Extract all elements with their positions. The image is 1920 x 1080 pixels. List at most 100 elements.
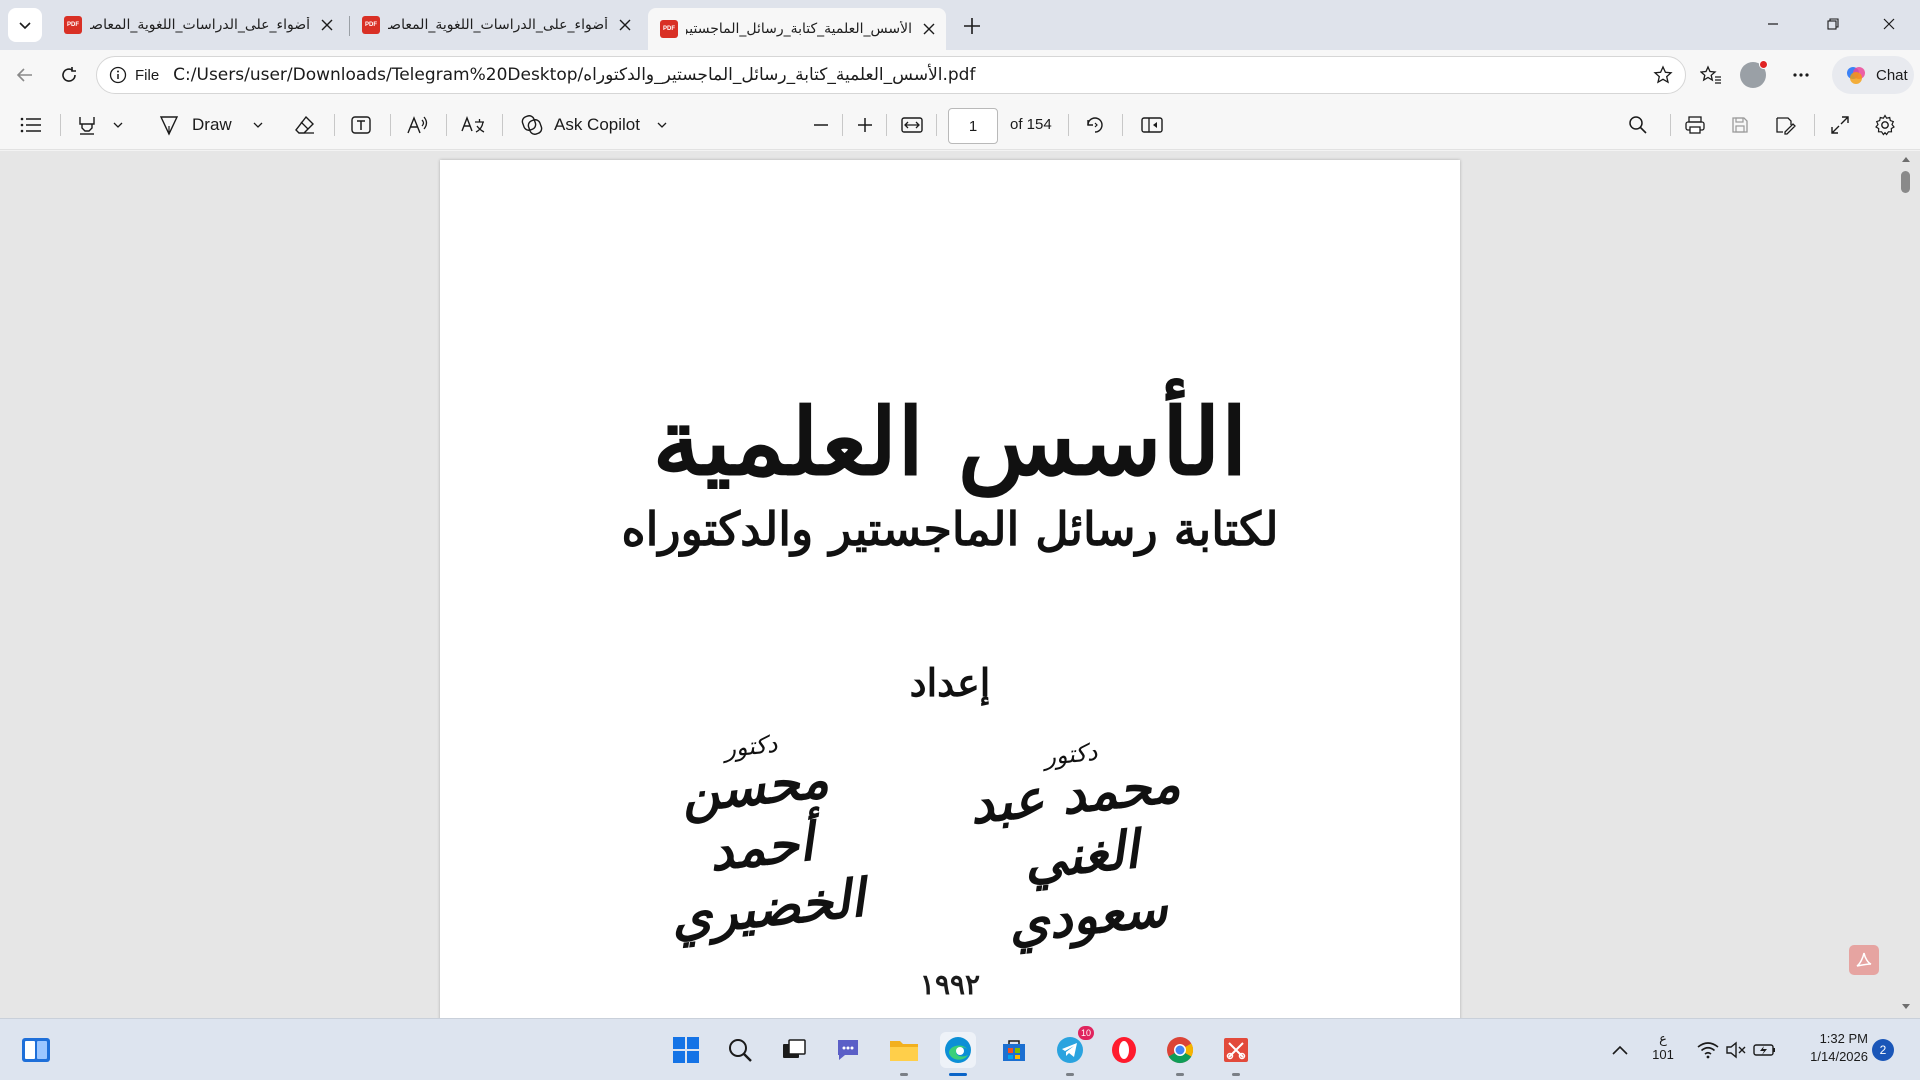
widgets-icon [22,1038,50,1062]
toolbar-divider [390,114,391,136]
pdf-settings-button[interactable] [1874,109,1896,141]
url-text[interactable]: C:/Users/user/Downloads/Telegram%20Deskt… [173,65,975,85]
tab-2[interactable]: PDF أضواء_على_الدراسات_اللغوية_المعاصرة [350,8,642,42]
more-options-button[interactable] [1784,58,1818,92]
page-view-button[interactable] [1140,109,1164,141]
close-window-button[interactable] [1858,0,1920,48]
clock[interactable]: 1:32 PM 1/14/2026 [1796,1031,1868,1064]
quick-settings-button[interactable] [1692,1032,1782,1068]
running-indicator [949,1073,967,1076]
microsoft-store-button[interactable] [996,1032,1032,1068]
copilot-chat-button[interactable]: Chat [1832,56,1914,94]
printer-icon [1685,116,1705,134]
read-aloud-button[interactable] [406,109,430,141]
translate-button[interactable] [460,109,486,141]
pdf-file-icon: PDF [660,20,678,38]
arrow-left-icon [16,68,32,82]
zoom-out-button[interactable] [812,109,830,141]
toolbar-divider [446,114,447,136]
contents-button[interactable] [20,109,42,141]
zoom-in-button[interactable] [856,109,874,141]
close-icon[interactable] [920,20,938,38]
snipping-tool-icon [1224,1038,1248,1062]
back-button[interactable] [8,58,42,92]
restore-icon [1827,18,1839,30]
chevron-down-icon[interactable] [112,119,124,131]
save-as-icon [1776,117,1796,135]
task-view-button[interactable] [776,1032,812,1068]
tab-1[interactable]: PDF أضواء_على_الدراسات_اللغوية_المعاصرة [52,8,344,42]
book-title: الأسس العلمية [652,388,1248,496]
new-tab-button[interactable] [956,10,988,42]
close-icon [1883,18,1895,30]
chevron-down-icon[interactable] [252,119,264,131]
notification-center-badge[interactable]: 2 [1872,1039,1894,1061]
scroll-up-arrow-icon[interactable] [1896,153,1916,167]
toolbar-divider [334,114,335,136]
teams-chat-button[interactable] [830,1032,866,1068]
file-explorer-button[interactable] [886,1032,922,1076]
highlight-button[interactable] [76,109,124,141]
erase-button[interactable] [294,109,316,141]
show-hidden-icons-button[interactable] [1602,1032,1638,1068]
save-icon [1732,117,1748,133]
book-subtitle: لكتابة رسائل الماجستير والدكتوراه [621,502,1279,556]
draw-label: Draw [192,115,232,134]
gear-icon [1875,114,1895,136]
minus-icon [814,124,828,126]
save-as-button[interactable] [1774,109,1796,141]
ask-copilot-button[interactable]: Ask Copilot [520,109,668,141]
edge-browser-button[interactable] [940,1032,976,1076]
telegram-icon [1057,1037,1083,1063]
minimize-button[interactable] [1742,0,1804,48]
pdf-viewer[interactable]: الأسس العلمية لكتابة رسائل الماجستير وال… [0,151,1920,1018]
full-screen-button[interactable] [1830,109,1850,141]
language-script: ع [1659,1031,1667,1046]
refresh-button[interactable] [52,58,86,92]
input-language-indicator[interactable]: ع 101 [1648,1031,1678,1062]
pdf-file-icon: PDF [64,16,82,34]
clock-date: 1/14/2026 [1810,1049,1868,1064]
chrome-button[interactable] [1162,1032,1198,1076]
find-button[interactable] [1628,109,1648,141]
draw-button[interactable]: Draw [158,109,264,141]
save-button[interactable] [1730,109,1750,141]
scrollbar-thumb[interactable] [1901,171,1910,193]
restore-button[interactable] [1802,0,1864,48]
profile-avatar[interactable] [1740,60,1768,88]
highlighter-icon [79,117,95,135]
tab-actions-button[interactable] [8,8,42,42]
chevron-down-icon[interactable] [656,119,668,131]
telegram-button[interactable]: 10 [1052,1026,1094,1076]
search-button[interactable] [722,1032,758,1068]
acrobat-button[interactable] [1849,945,1879,975]
favorites-button[interactable] [1694,58,1728,92]
favorite-button[interactable] [1649,61,1677,89]
plus-icon [858,118,872,132]
vertical-scrollbar[interactable] [1896,151,1916,1018]
scroll-down-arrow-icon[interactable] [1896,999,1916,1013]
clock-time: 1:32 PM [1819,1031,1868,1046]
rotate-button[interactable] [1084,109,1106,141]
volume-muted-icon [1726,1041,1746,1059]
add-text-button[interactable] [350,109,372,141]
tab-3-active[interactable]: PDF الأسس_العلمية_كتابة_رسائل_الماجستير [648,8,946,50]
running-indicator [1176,1073,1184,1076]
address-bar[interactable]: File C:/Users/user/Downloads/Telegram%20… [96,56,1686,94]
widgets-button[interactable] [18,1032,54,1068]
start-button[interactable] [668,1032,704,1068]
close-icon[interactable] [616,16,634,34]
fit-to-width-button[interactable] [900,109,924,141]
page-number-input[interactable]: 1 [948,108,998,144]
snipping-tool-button[interactable] [1218,1032,1254,1076]
author-name: محسن أحمد الخضيري [667,748,868,949]
close-icon[interactable] [318,16,336,34]
toolbar-divider [886,114,887,136]
print-button[interactable] [1684,109,1706,141]
translate-icon [461,116,485,133]
battery-charging-icon [1753,1044,1775,1056]
toolbar-divider [502,114,503,136]
text-box-icon [351,116,371,134]
running-indicator [1066,1073,1074,1076]
opera-button[interactable] [1106,1032,1142,1068]
